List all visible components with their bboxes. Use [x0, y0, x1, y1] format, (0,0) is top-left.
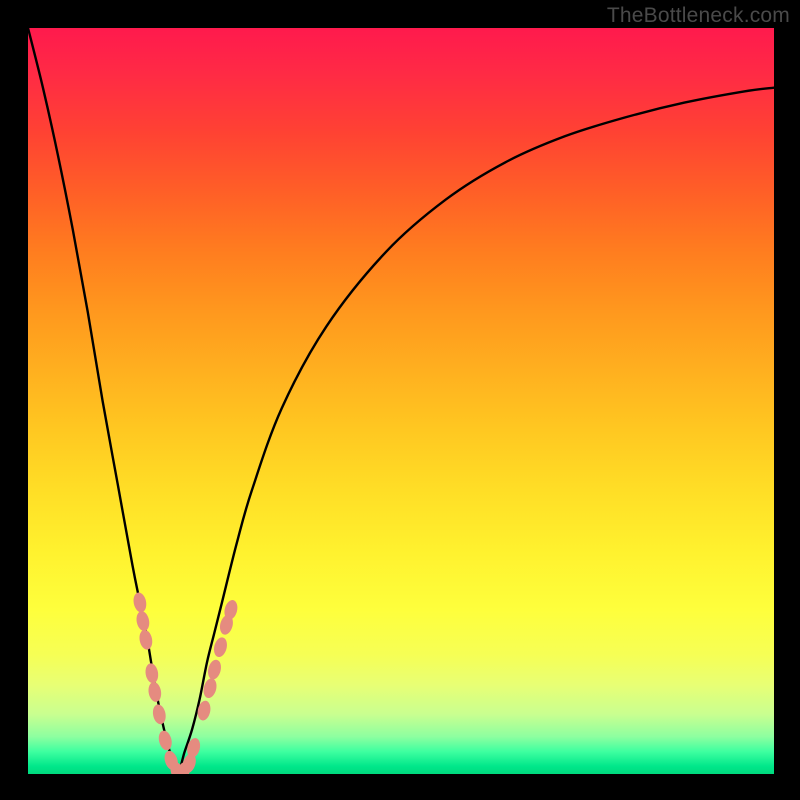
watermark-text: TheBottleneck.com: [607, 4, 790, 28]
chart-svg: [28, 28, 774, 774]
marker: [132, 591, 148, 613]
marker: [147, 681, 163, 703]
marker: [157, 729, 174, 751]
marker: [212, 636, 229, 658]
chart-frame: TheBottleneck.com: [0, 0, 800, 800]
plot-area: [28, 28, 774, 774]
marker: [135, 610, 151, 632]
marker: [206, 658, 223, 680]
marker: [138, 629, 154, 651]
bottleneck-curve: [28, 28, 774, 774]
marker: [151, 703, 167, 725]
marker: [144, 662, 160, 684]
